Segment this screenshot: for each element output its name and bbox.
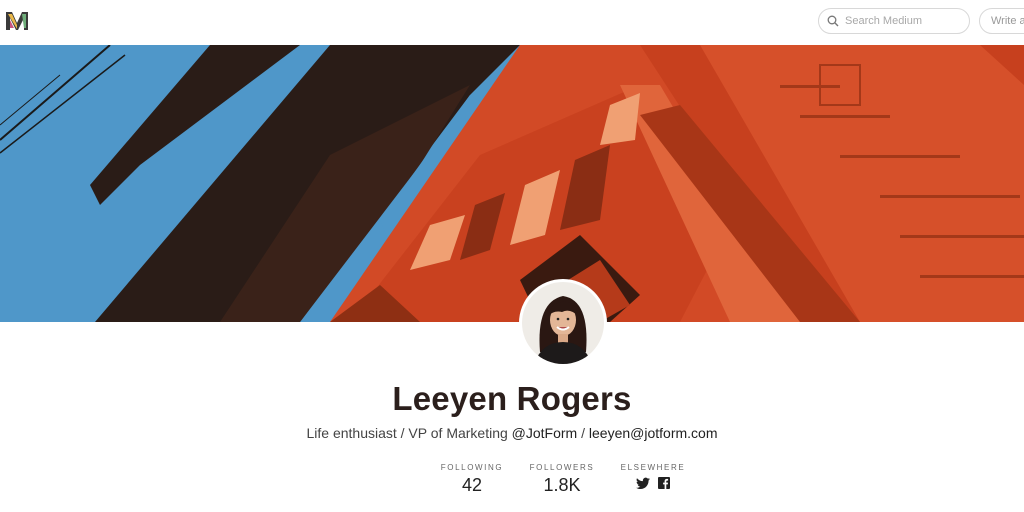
followers-label: FOLLOWERS (529, 463, 595, 472)
cover-image (0, 45, 1024, 322)
company-link[interactable]: @JotForm (512, 425, 578, 441)
following-label: FOLLOWING (440, 463, 504, 472)
search-box[interactable] (818, 8, 970, 34)
avatar[interactable] (519, 279, 607, 367)
social-links (614, 477, 692, 490)
medium-logo-icon[interactable] (5, 10, 29, 32)
profile-bio: Life enthusiast / VP of Marketing @JotFo… (0, 425, 1024, 441)
email-link[interactable]: leeyen@jotform.com (589, 425, 718, 441)
write-story-label: Write a story (991, 15, 1024, 27)
twitter-icon[interactable] (636, 477, 650, 490)
search-input[interactable] (845, 15, 955, 27)
followers-count: 1.8K (543, 475, 581, 495)
search-icon (827, 15, 839, 27)
bio-text: Life enthusiast / VP of Marketing (306, 425, 512, 441)
followers-stat[interactable]: FOLLOWERS 1.8K (524, 463, 600, 496)
facebook-icon[interactable] (658, 477, 670, 489)
write-story-button[interactable]: Write a story (979, 8, 1024, 34)
elsewhere-stat: ELSEWHERE (614, 463, 692, 490)
following-stat[interactable]: FOLLOWING 42 (432, 463, 512, 496)
elsewhere-label: ELSEWHERE (620, 463, 686, 472)
top-navigation-bar: Write a story (0, 0, 1024, 45)
bio-separator: / (577, 425, 589, 441)
following-count: 42 (461, 475, 483, 495)
profile-name: Leeyen Rogers (392, 380, 632, 417)
